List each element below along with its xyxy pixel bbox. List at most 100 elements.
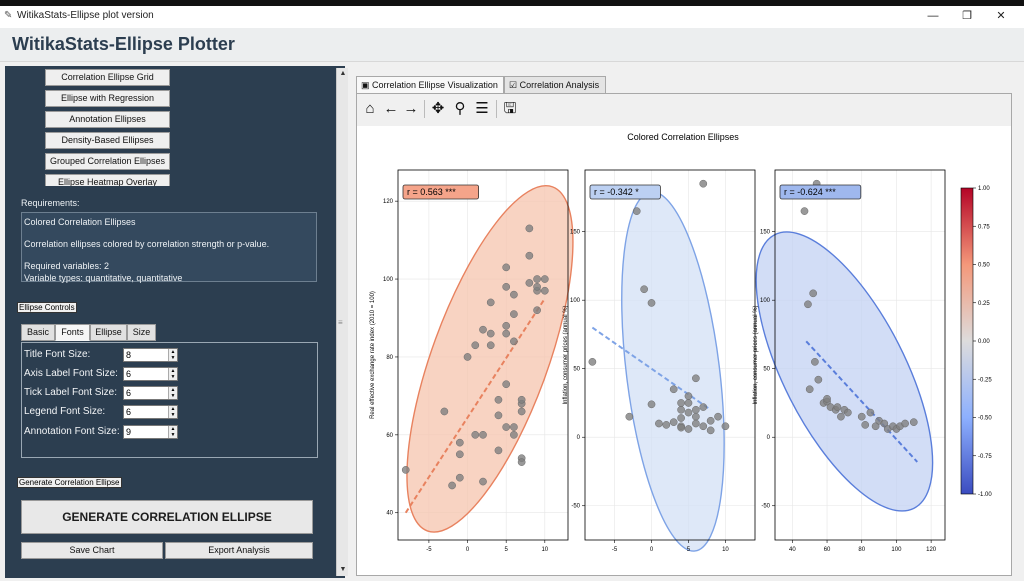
legend-font-size-spinbox[interactable]: 6 ▲ ▼	[123, 405, 178, 419]
left-panel-scrollbar[interactable]: ▲ ≡ ▼	[336, 68, 348, 576]
tick-label-font-size-spinbox[interactable]: 6 ▲ ▼	[123, 386, 178, 400]
data-point	[699, 403, 708, 411]
data-point	[502, 263, 511, 272]
data-point	[463, 353, 472, 361]
data-point	[692, 374, 700, 383]
tab-basic[interactable]: Basic	[21, 324, 55, 341]
colorbar-tick-label: -0.75	[978, 454, 992, 460]
minimize-button[interactable]: —	[918, 7, 948, 25]
tab-ellipse[interactable]: Ellipse	[90, 324, 127, 341]
spin-arrows-icon[interactable]: ▲ ▼	[168, 426, 177, 438]
scrollbar-grip-icon[interactable]: ≡	[338, 318, 343, 327]
plot-type-button[interactable]: Grouped Correlation Ellipses	[45, 153, 170, 170]
data-point	[494, 411, 503, 420]
requirements-description: Correlation ellipses colored by correlat…	[24, 239, 270, 249]
data-point	[494, 395, 503, 404]
spin-arrows-icon[interactable]: ▲ ▼	[168, 368, 177, 380]
spin-arrows-icon[interactable]: ▲ ▼	[168, 406, 177, 418]
tab-visualization[interactable]: ▣ Correlation Ellipse Visualization	[356, 76, 504, 94]
restore-button[interactable]: ❐	[952, 7, 982, 25]
annotation-text: r = -0.624 ***	[784, 187, 836, 197]
data-point	[809, 289, 818, 298]
data-point	[714, 412, 722, 421]
data-point	[517, 407, 526, 416]
data-point	[510, 430, 518, 439]
requirements-vars: Required variables: 2	[24, 261, 110, 271]
y-tick-label: 50	[573, 367, 580, 373]
save-chart-button[interactable]: Save Chart	[21, 542, 163, 559]
correlation-annotation: r = -0.624 ***	[779, 184, 862, 200]
data-point	[632, 207, 641, 215]
plot-type-button[interactable]: Ellipse with Regression	[45, 90, 170, 107]
x-tick-label: -5	[612, 547, 618, 553]
x-tick-label: 100	[891, 547, 902, 553]
generate-section-label: Generate Correlation Ellipse	[17, 477, 122, 488]
data-point	[455, 438, 464, 447]
correlation-annotation: r = -0.342 *	[589, 184, 661, 200]
annotation-text: r = 0.563 ***	[407, 187, 456, 197]
y-tick-label: 40	[386, 511, 393, 517]
data-point	[540, 286, 549, 295]
y-tick-label: 60	[386, 433, 393, 439]
title-font-size-spinbox[interactable]: 8 ▲ ▼	[123, 348, 178, 362]
data-point	[502, 423, 511, 431]
spin-arrows-icon[interactable]: ▲ ▼	[168, 349, 177, 361]
data-point	[677, 405, 685, 414]
pan-icon[interactable]: ✥	[429, 100, 447, 118]
correlation-ellipse	[621, 191, 725, 552]
data-point	[662, 421, 671, 429]
spin-arrows-icon[interactable]: ▲ ▼	[168, 387, 177, 399]
data-point	[640, 285, 648, 294]
data-point	[857, 412, 866, 421]
generate-ellipse-button[interactable]: GENERATE CORRELATION ELLIPSE	[21, 500, 313, 534]
data-point	[655, 419, 663, 428]
scroll-down-icon[interactable]: ▼	[338, 565, 348, 575]
data-point	[861, 421, 870, 429]
data-point	[471, 341, 480, 350]
colorbar-tick-label: 0.25	[978, 301, 990, 307]
data-point	[525, 224, 534, 233]
data-point	[909, 418, 918, 426]
close-button[interactable]: ✕	[986, 7, 1016, 25]
axis-label-font-size-spinbox[interactable]: 6 ▲ ▼	[123, 367, 178, 381]
legend-font-size-label: Legend Font Size:	[24, 406, 106, 417]
data-point	[502, 380, 511, 389]
colorbar-tick-label: 0.00	[978, 339, 990, 345]
zoom-icon[interactable]: ⚲	[451, 100, 469, 118]
annotation-font-size-spinbox[interactable]: 9 ▲ ▼	[123, 425, 178, 439]
data-point	[517, 395, 526, 404]
correlation-ellipse-chart: Colored Correlation Ellipses -5 0 5 1040608…	[370, 132, 992, 553]
data-point	[486, 341, 495, 350]
plot-type-button[interactable]: Correlation Ellipse Grid	[45, 69, 170, 86]
data-point	[486, 329, 495, 338]
data-point	[479, 430, 487, 439]
correlation-ellipse	[406, 185, 574, 533]
plot-type-button[interactable]: Annotation Ellipses	[45, 111, 170, 128]
data-point	[706, 416, 715, 425]
tick-label-font-size-label: Tick Label Font Size:	[24, 387, 118, 398]
data-point	[814, 375, 823, 384]
scroll-up-icon[interactable]: ▲	[338, 69, 348, 79]
annotation-text: r = -0.342 *	[594, 187, 639, 197]
y-tick-label: 150	[570, 230, 581, 236]
tab-size[interactable]: Size	[127, 324, 156, 341]
save-icon[interactable]: 🖫	[501, 100, 519, 118]
colorbar-tick-label: 0.75	[978, 224, 990, 230]
title-font-size-label: Title Font Size:	[24, 349, 91, 360]
configure-icon[interactable]: ☰	[473, 100, 491, 118]
data-point	[677, 414, 685, 422]
app-header: WitikaStats-Ellipse Plotter	[0, 28, 1024, 62]
data-point	[833, 403, 842, 411]
export-analysis-button[interactable]: Export Analysis	[165, 542, 313, 559]
plot-type-list: Correlation Ellipse Grid Ellipse with Re…	[21, 68, 321, 186]
home-icon[interactable]: ⌂	[361, 100, 379, 118]
panel-1: -5 0 5 10 40 60 80 100 120 Real effective exchang…	[370, 169, 574, 553]
back-icon[interactable]: ←	[382, 100, 400, 118]
tab-analysis[interactable]: ☑ Correlation Analysis	[504, 76, 606, 94]
plot-type-button[interactable]: Ellipse Heatmap Overlay	[45, 174, 170, 186]
x-tick-label: 5	[505, 547, 509, 553]
plot-type-button[interactable]: Density-Based Ellipses	[45, 132, 170, 149]
forward-icon[interactable]: →	[402, 100, 420, 118]
toolbar-separator	[424, 100, 425, 118]
tab-fonts[interactable]: Fonts	[55, 324, 90, 341]
